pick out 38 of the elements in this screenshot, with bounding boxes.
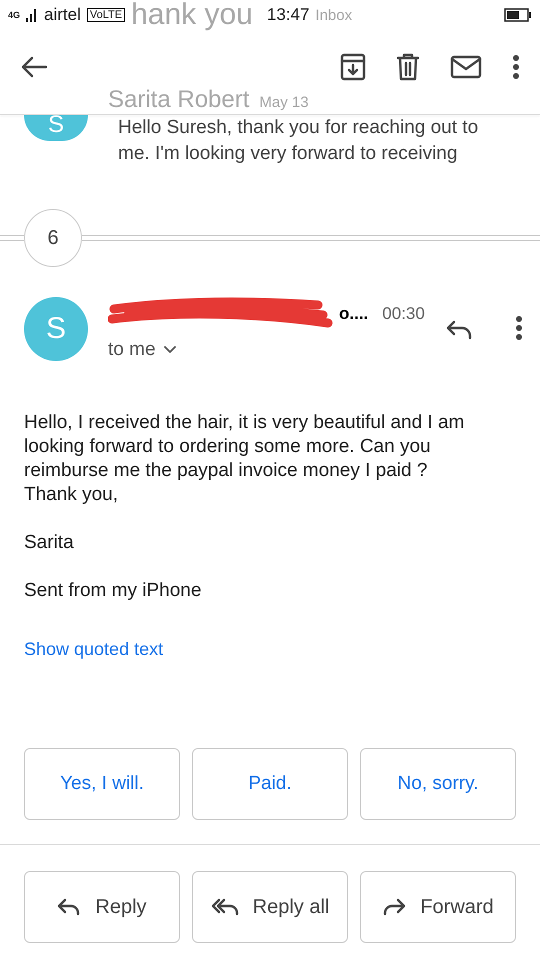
action-button[interactable]: Reply all bbox=[192, 871, 348, 943]
back-icon[interactable] bbox=[20, 55, 48, 79]
subject-title: hank you bbox=[131, 0, 253, 32]
message-paragraph: Hello, I received the hair, it is very beautiful and I am looking forward to ordering some more. Can you reimburse me the paypal invoice money I paid ? Thank you, bbox=[24, 411, 466, 507]
smart-reply-chip[interactable]: No, sorry. bbox=[360, 748, 516, 820]
clock: 13:47 bbox=[266, 5, 310, 25]
archive-icon[interactable] bbox=[340, 53, 366, 81]
reply-icon bbox=[57, 897, 82, 917]
carrier-name: airtel bbox=[44, 5, 81, 25]
message-date: May 13 bbox=[259, 94, 309, 111]
action-button[interactable]: Forward bbox=[360, 871, 516, 943]
inbox-label: Inbox bbox=[315, 6, 352, 24]
more-icon[interactable] bbox=[512, 54, 520, 80]
message-paragraph: Sarita bbox=[24, 531, 75, 555]
recipient-toggle[interactable]: to me bbox=[108, 339, 425, 361]
sender-name: Sarita Robert bbox=[108, 86, 250, 114]
reply-icon[interactable] bbox=[444, 319, 473, 341]
forward-icon bbox=[382, 897, 406, 917]
reply-all-icon bbox=[210, 897, 239, 917]
message-time: 00:30 bbox=[382, 304, 425, 324]
avatar: S bbox=[24, 115, 88, 141]
more-icon[interactable] bbox=[514, 315, 523, 341]
mail-icon[interactable] bbox=[450, 55, 482, 79]
chevron-down-icon bbox=[164, 346, 176, 354]
smart-reply-chip[interactable]: Paid. bbox=[192, 748, 348, 820]
hidden-messages-count[interactable]: 6 bbox=[24, 209, 82, 267]
battery-icon bbox=[504, 8, 532, 22]
sender-name: o.... bbox=[339, 304, 368, 324]
action-button[interactable]: Reply bbox=[24, 871, 180, 943]
signal-icon bbox=[26, 8, 38, 22]
smart-reply-chip[interactable]: Yes, I will. bbox=[24, 748, 180, 820]
message-snippet: Hello Suresh, thank you for reaching out to me. I'm looking very forward to receiving bbox=[118, 116, 480, 166]
avatar: S bbox=[24, 297, 88, 361]
show-quoted-text-link[interactable]: Show quoted text bbox=[24, 639, 516, 660]
network-type: 4G bbox=[8, 10, 20, 20]
trash-icon[interactable] bbox=[396, 53, 420, 81]
message-paragraph: Sent from my iPhone bbox=[24, 579, 202, 603]
volte-indicator: VoLTE bbox=[86, 8, 126, 22]
